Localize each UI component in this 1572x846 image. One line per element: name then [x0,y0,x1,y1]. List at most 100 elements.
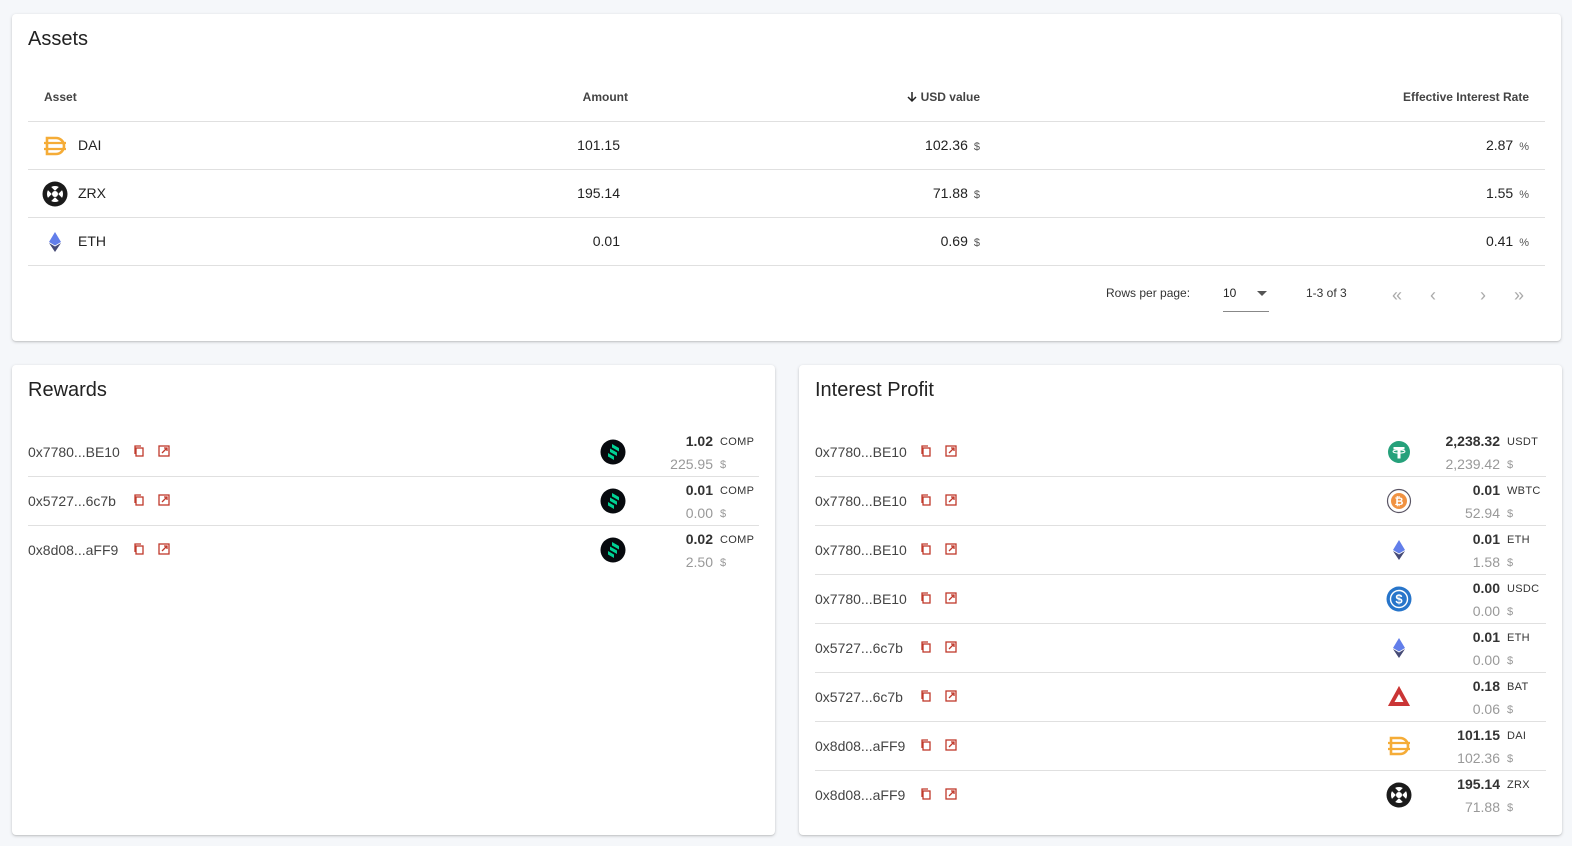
interest-profit-card: Interest Profit 0x7780...BE10 2,238.32 USD… [799,365,1562,835]
rows-per-page-select[interactable]: 10 [1223,286,1269,312]
copy-icon[interactable] [132,493,146,507]
asset-amount: 0.01 [592,233,620,249]
token-amount: 0.01 [1472,482,1500,498]
first-page-icon[interactable]: « [1385,284,1409,308]
external-link-icon[interactable] [944,591,958,605]
copy-icon[interactable] [132,444,146,458]
external-link-icon[interactable] [157,444,171,458]
list-item: 0x8d08...aFF9 0.02 COMP 2.50 $ [28,526,759,575]
external-link-icon[interactable] [944,493,958,507]
copy-icon[interactable] [919,493,933,507]
external-link-icon[interactable] [944,689,958,703]
next-page-icon[interactable]: › [1471,284,1495,308]
list-item: 0x7780...BE10 $0.00 USDC 0.00 $ [815,575,1546,624]
usdc-icon: $ [1386,586,1412,612]
dai-icon [42,133,68,159]
external-link-icon[interactable] [944,542,958,556]
asset-amount: 101.15 [577,137,620,153]
token-usd-value: 102.36 [1457,750,1500,766]
zrx-icon [1386,782,1412,808]
token-usd-unit: $ [1507,459,1514,471]
token-amount: 0.01 [685,482,713,498]
token-usd-unit: $ [720,557,727,569]
external-link-icon[interactable] [944,444,958,458]
token-usd-unit: $ [1507,753,1514,765]
column-usd-value[interactable]: USD value [906,90,980,104]
token-usd-unit: $ [1507,606,1514,618]
token-usd-value: 0.00 [1472,652,1500,668]
assets-card: Assets Asset Amount USD value Effective … [12,14,1561,341]
wallet-address: 0x5727...6c7b [815,689,903,705]
token-usd-unit: $ [1507,557,1514,569]
copy-icon[interactable] [919,738,933,752]
wallet-address: 0x5727...6c7b [28,493,116,509]
bat-icon [1386,684,1412,710]
previous-page-icon[interactable]: ‹ [1421,284,1445,308]
token-symbol: COMP [720,485,755,497]
table-row[interactable]: DAI 101.15 102.36 $ 2.87% [28,122,1545,170]
column-effective-interest-rate[interactable]: Effective Interest Rate [1403,90,1529,104]
copy-icon[interactable] [132,542,146,556]
pagination-range: 1-3 of 3 [1306,286,1347,300]
copy-icon[interactable] [919,787,933,801]
column-amount[interactable]: Amount [583,90,628,104]
asset-rate-unit: % [1519,237,1529,249]
token-symbol: BAT [1507,681,1529,693]
external-link-icon[interactable] [944,738,958,752]
last-page-icon[interactable]: » [1507,284,1531,308]
list-item: 0x5727...6c7b 0.01 ETH 0.00 $ [815,624,1546,673]
token-amount: 0.01 [1472,531,1500,547]
assets-title: Assets [28,28,89,50]
wallet-address: 0x5727...6c7b [815,640,903,656]
wallet-address: 0x7780...BE10 [815,591,907,607]
chevron-down-icon [1257,291,1267,296]
list-item: 0x8d08...aFF9 101.15 DAI 102.36 $ [815,722,1546,771]
token-usd-value: 1.58 [1472,554,1500,570]
token-usd-value: 2,239.42 [1445,456,1501,472]
external-link-icon[interactable] [157,542,171,556]
token-usd-unit: $ [1507,655,1514,667]
copy-icon[interactable] [919,542,933,556]
rewards-card: Rewards 0x7780...BE10 1.02 COMP 225.95 $ 0x57… [12,365,775,835]
asset-rate-number: 1.55 [1485,185,1514,201]
zrx-icon [42,181,68,207]
wallet-address: 0x8d08...aFF9 [28,542,119,558]
asset-usd-number: 0.69 [940,233,968,249]
copy-icon[interactable] [919,640,933,654]
list-item: 0x7780...BE10 0.01 ETH 1.58 $ [815,526,1546,575]
table-row[interactable]: ETH 0.01 0.69 $0.41% [28,218,1545,266]
token-usd-unit: $ [1507,704,1514,716]
wallet-address: 0x7780...BE10 [28,444,120,460]
external-link-icon[interactable] [157,493,171,507]
asset-rate-unit: % [1519,141,1529,153]
asset-rate-unit: % [1519,189,1529,201]
asset-rate-number: 2.87 [1485,137,1514,153]
token-symbol: COMP [720,534,755,546]
eth-icon [42,229,68,255]
asset-usd-value: 0.69 $ [941,233,980,249]
token-symbol: DAI [1507,730,1527,742]
svg-text:$: $ [1395,592,1403,607]
external-link-icon[interactable] [944,640,958,654]
copy-icon[interactable] [919,444,933,458]
rewards-title: Rewards [28,379,107,401]
asset-usd-value: 102.36 $ [925,137,980,153]
asset-name: DAI [78,137,102,153]
copy-icon[interactable] [919,689,933,703]
external-link-icon[interactable] [944,787,958,801]
wallet-address: 0x8d08...aFF9 [815,738,906,754]
asset-usd-unit: $ [973,189,980,201]
token-symbol: USDC [1507,583,1540,595]
usdt-icon [1386,439,1412,465]
list-item: 0x7780...BE10 1.02 COMP 225.95 $ [28,428,759,477]
interest-profit-title: Interest Profit [815,379,934,401]
table-row[interactable]: ZRX 195.14 71.88 $1.55% [28,170,1545,218]
token-symbol: COMP [720,436,755,448]
asset-rate-number: 0.41 [1485,233,1514,249]
copy-icon[interactable] [919,591,933,605]
dai-icon [1386,733,1412,759]
column-asset[interactable]: Asset [44,90,77,104]
wbtc-icon: ₿ [1386,488,1412,514]
wallet-address: 0x7780...BE10 [815,542,907,558]
list-item: 0x7780...BE10 2,238.32 USDT 2,239.42 $ [815,428,1546,477]
